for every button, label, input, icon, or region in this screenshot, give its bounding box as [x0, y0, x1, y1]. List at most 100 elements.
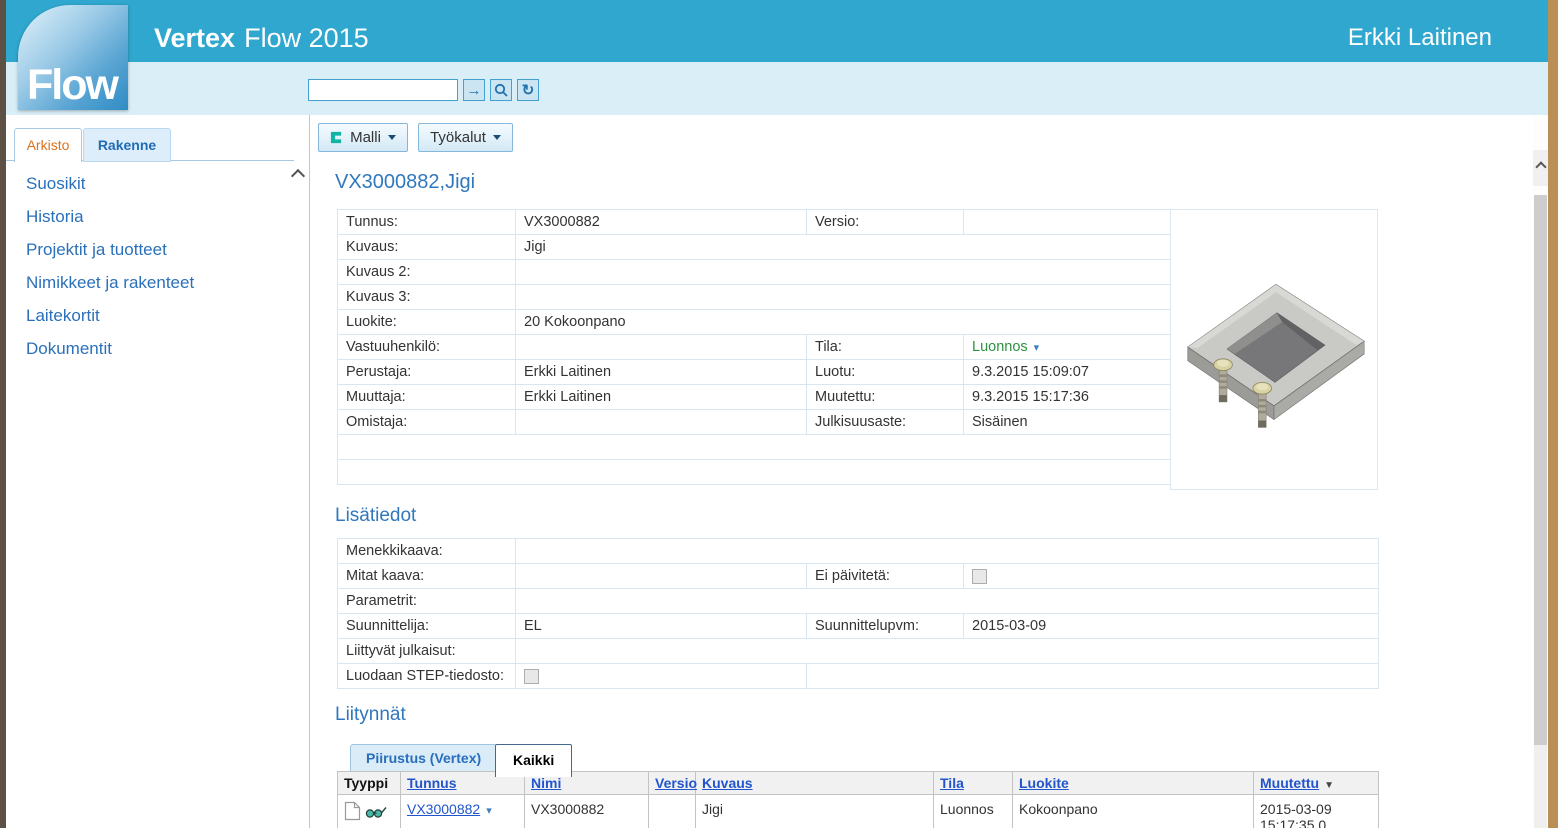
step-tiedosto-checkbox[interactable]	[524, 669, 539, 684]
model-menu-button[interactable]: Malli	[318, 123, 408, 152]
sidebar-menu: Suosikit Historia Projektit ja tuotteet …	[26, 167, 194, 365]
column-header-tyyppi: Tyyppi	[338, 772, 401, 795]
search-button[interactable]	[490, 79, 512, 101]
scrollbar-track[interactable]	[1534, 745, 1547, 828]
field-muutettu-label: Muutettu:	[807, 385, 964, 410]
sidebar-item-nimikkeet[interactable]: Nimikkeet ja rakenteet	[26, 266, 194, 299]
links-table-header-row: Tyyppi Tunnus Nimi Versio Kuvaus Tila Lu…	[338, 772, 1379, 795]
refresh-icon: ↻	[522, 83, 535, 98]
logged-in-user[interactable]: Erkki Laitinen	[1348, 24, 1492, 52]
column-header-luokite: Luokite	[1013, 772, 1254, 795]
cell-muutettu: 2015-03-09 15:17:35.0	[1254, 795, 1379, 828]
links-table-row: VX3000882▾ VX3000882 Jigi Luonnos Kokoon…	[338, 795, 1379, 828]
field-vastuuhenkilo-label: Vastuuhenkilö:	[338, 335, 516, 360]
field-luokite-label: Luokite:	[338, 310, 516, 335]
column-header-tila: Tila	[934, 772, 1013, 795]
table-row: Menekkikaava:	[338, 539, 1379, 564]
field-suunnittelupvm-value: 2015-03-09	[964, 614, 1379, 639]
flow-logo-text: Flow	[27, 61, 117, 110]
sidebar-item-projektit[interactable]: Projektit ja tuotteet	[26, 233, 194, 266]
sidebar-tab-rakenne[interactable]: Rakenne	[83, 128, 171, 162]
item-dropdown-icon[interactable]: ▾	[486, 805, 492, 817]
sort-by-tunnus-link[interactable]: Tunnus	[407, 775, 457, 791]
sort-by-kuvaus-link[interactable]: Kuvaus	[702, 775, 753, 791]
sort-by-nimi-link[interactable]: Nimi	[531, 775, 561, 791]
section-heading-lisatiedot: Lisätiedot	[335, 505, 416, 527]
chevron-up-icon	[1535, 161, 1546, 172]
field-tila-label: Tila:	[807, 335, 964, 360]
main-scrollbar[interactable]	[1533, 115, 1548, 828]
field-perustaja-value: Erkki Laitinen	[516, 360, 807, 385]
sort-by-tila-link[interactable]: Tila	[940, 775, 964, 791]
field-luokite-value: 20 Kokoonpano	[516, 310, 1171, 335]
field-menekkikaava-value	[516, 539, 1379, 564]
table-row	[338, 460, 1171, 485]
sidebar-item-dokumentit[interactable]: Dokumentit	[26, 332, 194, 365]
cell-luokite: Kokoonpano	[1013, 795, 1254, 828]
sidebar: Arkisto Rakenne Suosikit Historia Projek…	[6, 115, 310, 828]
app-title-product: Flow 2015	[244, 23, 369, 53]
search-go-button[interactable]: →	[463, 79, 485, 101]
field-vastuuhenkilo-value	[516, 335, 807, 360]
scrollbar-thumb[interactable]	[1534, 195, 1547, 745]
tools-menu-button[interactable]: Työkalut	[418, 123, 513, 152]
table-row: Vastuuhenkilö: Tila: Luonnos ▾	[338, 335, 1171, 360]
field-julkisuusaste-value: Sisäinen	[964, 410, 1171, 435]
table-row: Muuttaja: Erkki Laitinen Muutettu: 9.3.2…	[338, 385, 1171, 410]
sidebar-item-suosikit[interactable]: Suosikit	[26, 167, 194, 200]
search-input[interactable]	[308, 79, 458, 101]
table-row: Luokite: 20 Kokoonpano	[338, 310, 1171, 335]
field-ei-paiviteta-label: Ei päivitetä:	[807, 564, 964, 589]
table-row: Kuvaus 2:	[338, 260, 1171, 285]
tab-kaikki[interactable]: Kaikki	[495, 744, 572, 777]
field-versio-label: Versio:	[807, 210, 964, 235]
sub-header-bar	[6, 62, 1548, 116]
sidebar-scroll-up-button[interactable]	[290, 165, 306, 183]
ei-paiviteta-checkbox[interactable]	[972, 569, 987, 584]
field-muuttaja-label: Muuttaja:	[338, 385, 516, 410]
field-muutettu-value: 9.3.2015 15:17:36	[964, 385, 1171, 410]
model-menu-label: Malli	[350, 129, 381, 146]
vertex-flow-window: { "header": { "logo_text": "Flow", "titl…	[0, 0, 1558, 828]
sidebar-item-laitekortit[interactable]: Laitekortit	[26, 299, 194, 332]
status-dropdown-icon[interactable]: ▾	[1034, 342, 1040, 354]
status-badge[interactable]: Luonnos	[972, 339, 1028, 355]
field-menekkikaava-label: Menekkikaava:	[338, 539, 516, 564]
field-kuvaus3-label: Kuvaus 3:	[338, 285, 516, 310]
sort-by-muutettu-link[interactable]: Muutettu	[1260, 775, 1319, 791]
field-kuvaus2-label: Kuvaus 2:	[338, 260, 516, 285]
app-title-brand: Vertex	[154, 23, 235, 53]
sort-by-luokite-link[interactable]: Luokite	[1019, 775, 1069, 791]
sort-by-versio-link[interactable]: Versio	[655, 775, 697, 791]
tab-piirustus-vertex[interactable]: Piirustus (Vertex)	[350, 744, 497, 773]
refresh-button[interactable]: ↻	[517, 79, 539, 101]
section-heading-liitynnat: Liitynnät	[335, 704, 406, 726]
vertex-model-icon	[330, 131, 343, 144]
table-row: Suunnittelija: EL Suunnittelupvm: 2015-0…	[338, 614, 1379, 639]
table-row: Liittyvät julkaisut:	[338, 639, 1379, 664]
main-content: Malli Työkalut VX3000882,Jigi Tunnus: VX…	[310, 115, 1533, 828]
flow-logo[interactable]: Flow	[18, 5, 128, 110]
field-julkisuusaste-label: Julkisuusaste:	[807, 410, 964, 435]
header-bar: Vertex Flow 2015 Erkki Laitinen	[6, 0, 1548, 62]
arrow-right-icon: →	[467, 83, 482, 98]
search-bar: → ↻	[308, 79, 539, 103]
field-liittyvat-julkaisut-value	[516, 639, 1379, 664]
table-row: Kuvaus 3:	[338, 285, 1171, 310]
basic-info-table: Tunnus: VX3000882 Versio: Kuvaus: Jigi K…	[337, 209, 1171, 485]
item-link[interactable]: VX3000882	[407, 801, 480, 817]
empty-field-row	[338, 435, 1171, 460]
field-versio-value	[964, 210, 1171, 235]
chevron-down-icon	[493, 135, 501, 140]
product-image-panel[interactable]	[1170, 209, 1378, 490]
scroll-up-button[interactable]	[1533, 150, 1548, 186]
field-step-tiedosto-value	[516, 664, 807, 689]
column-header-kuvaus: Kuvaus	[696, 772, 934, 795]
sidebar-item-historia[interactable]: Historia	[26, 200, 194, 233]
glasses-icon	[365, 804, 387, 819]
sidebar-tab-arkisto[interactable]: Arkisto	[14, 128, 82, 162]
field-luotu-value: 9.3.2015 15:09:07	[964, 360, 1171, 385]
tools-menu-label: Työkalut	[430, 129, 486, 146]
document-icon	[344, 801, 361, 821]
field-suunnittelupvm-label: Suunnittelupvm:	[807, 614, 964, 639]
